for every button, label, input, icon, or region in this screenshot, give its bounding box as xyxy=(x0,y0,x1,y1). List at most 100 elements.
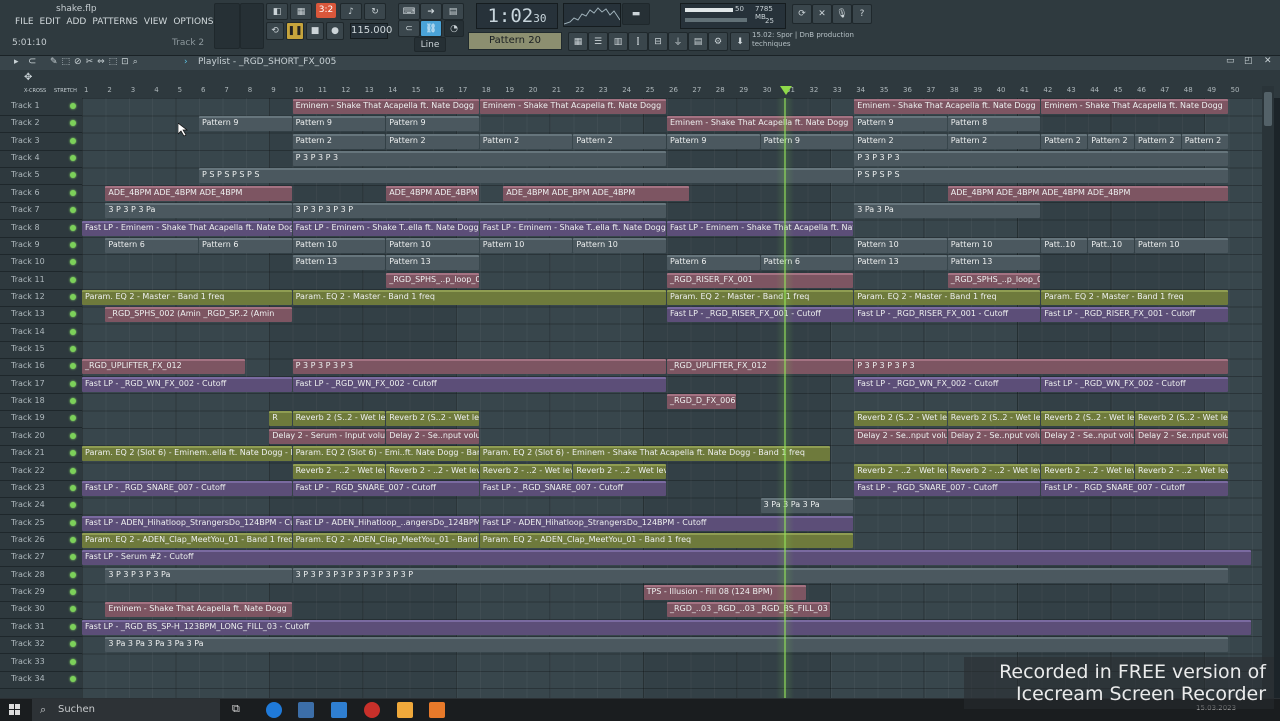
tempo-field[interactable]: 115.000 xyxy=(350,23,392,39)
playlist-clip[interactable]: Fast LP - Eminem - Shake T..ella ft. Nat… xyxy=(292,220,479,236)
track-mute-led-icon[interactable] xyxy=(70,276,76,283)
playlist-clip[interactable]: Fast LP - _RGD_SNARE_007 - Cutoff xyxy=(1041,480,1228,496)
link-button[interactable]: ⛓ xyxy=(420,20,442,37)
playlist-clip[interactable]: Pattern 9 xyxy=(386,116,479,132)
playlist-clip[interactable]: Fast LP - _RGD_SNARE_007 - Cutoff xyxy=(479,480,666,496)
stop-button[interactable]: ■ xyxy=(306,22,324,40)
playlist-clip[interactable]: Fast LP - _RGD_SNARE_007 - Cutoff xyxy=(82,480,292,496)
menu-item-edit[interactable]: EDIT xyxy=(37,17,64,27)
track-header[interactable]: Track 9 xyxy=(0,237,82,255)
track-header[interactable]: Track 26 xyxy=(0,532,82,550)
screen-recorder-icon[interactable] xyxy=(429,702,445,718)
track-header[interactable]: Track 16 xyxy=(0,358,82,377)
menu-item-file[interactable]: FILE xyxy=(12,17,37,27)
playlist-clip[interactable]: Pattern 10 xyxy=(573,237,666,253)
playlist-clip[interactable]: Param. EQ 2 - ADEN_Clap_MeetYou_01 - Ban… xyxy=(82,533,292,548)
track-mute-led-icon[interactable] xyxy=(70,467,76,474)
track-header[interactable]: Track 12 xyxy=(0,289,82,307)
track-mute-led-icon[interactable] xyxy=(70,502,76,509)
playlist-clip[interactable]: P S P S P S P S xyxy=(199,168,854,184)
playlist-button[interactable]: ▦ xyxy=(568,32,588,51)
track-header[interactable]: Track 17 xyxy=(0,376,82,394)
track-header[interactable]: Track 13 xyxy=(0,306,82,325)
track-mute-led-icon[interactable] xyxy=(70,554,76,561)
playlist-clip[interactable]: Param. EQ 2 (Slot 6) - Emi..ft. Nate Dog… xyxy=(292,446,479,462)
playlist-clip[interactable]: Param. EQ 2 - Master - Band 1 freq xyxy=(292,289,666,305)
playlist-clip[interactable]: Pattern 10 xyxy=(292,237,386,253)
track-mute-led-icon[interactable] xyxy=(70,450,76,457)
help-button[interactable]: ? xyxy=(852,4,872,24)
playlist-clip[interactable]: P 3 P 3 P 3 xyxy=(292,151,666,167)
playlist-clip[interactable]: Patt..10 xyxy=(1088,237,1134,253)
playlist-clip[interactable]: Reverb 2 - ..2 - Wet level xyxy=(1041,463,1134,479)
browser-button[interactable]: ⊟ xyxy=(648,32,668,51)
playlist-clip[interactable]: Pattern 13 xyxy=(947,255,1041,271)
song-mode-button[interactable]: ▦ xyxy=(290,3,312,20)
playlist-clip[interactable]: R xyxy=(269,411,292,427)
playlist-clip[interactable]: _RGD_UPLIFTER_FX_012 xyxy=(667,359,854,375)
track-mute-led-icon[interactable] xyxy=(70,103,76,109)
playlist-clip[interactable]: Delay 2 - Serum - Input volume xyxy=(269,428,386,444)
playlist-clip[interactable]: Fast LP - _RGD_BS_SP-H_123BPM_LONG_FILL_… xyxy=(82,619,1251,635)
playlist-clip[interactable]: Pattern 2 xyxy=(292,133,386,149)
track-header[interactable]: Track 25 xyxy=(0,515,82,533)
playlist-clip[interactable]: Fast LP - _RGD_WN_FX_002 - Cutoff xyxy=(82,376,292,392)
playlist-clip[interactable]: Eminem - Shake That Acapella ft. Nate Do… xyxy=(479,99,666,114)
track-header[interactable]: Track 14 xyxy=(0,324,82,342)
track-mute-led-icon[interactable] xyxy=(70,363,76,370)
playlist-clip[interactable]: Reverb 2 - ..2 - Wet level xyxy=(947,463,1041,479)
menu-item-add[interactable]: ADD xyxy=(63,17,89,27)
track-mute-led-icon[interactable] xyxy=(70,380,76,387)
zoom-icon[interactable]: ✥ xyxy=(24,72,32,83)
playlist-clip[interactable]: Param. EQ 2 - ADEN_Clap_MeetYou_01 - Ban… xyxy=(292,533,479,548)
playlist-clip[interactable]: Fast LP - ADEN_Hihatloop_StrangersDo_124… xyxy=(82,515,292,531)
playlist-clip[interactable]: Reverb 2 (S..2 - Wet level xyxy=(292,411,386,427)
playlist-clip[interactable]: Param. EQ 2 - Master - Band 1 freq xyxy=(854,289,1041,305)
track-mute-led-icon[interactable] xyxy=(70,155,76,162)
playlist-clip[interactable]: Pattern 2 xyxy=(1041,133,1088,149)
playlist-clip[interactable]: Pattern 2 xyxy=(1088,133,1134,149)
playlist-clip[interactable]: Fast LP - Eminem - Shake That Acapella f… xyxy=(82,220,292,236)
playhead[interactable] xyxy=(784,98,786,698)
playlist-clip[interactable]: _RGD_SPHS_002 (Amin _RGD_SP..2 (Amin xyxy=(105,307,292,323)
playlist-clip[interactable]: ADE_4BPM ADE_BPM ADE_4BPM xyxy=(503,185,690,201)
playlist-clip[interactable]: ADE_4BPM ADE_4BPM ADE_4BPM xyxy=(105,185,292,201)
track-mute-led-icon[interactable] xyxy=(70,311,76,318)
playlist-clip[interactable]: Pattern 6 xyxy=(105,237,198,253)
track-mute-led-icon[interactable] xyxy=(70,207,76,214)
track-mute-led-icon[interactable] xyxy=(70,415,76,422)
playlist-clip[interactable]: Pattern 2 xyxy=(1181,133,1228,149)
track-mute-led-icon[interactable] xyxy=(70,571,76,578)
track-header[interactable]: Track 24 xyxy=(0,497,82,516)
scrollbar-thumb[interactable] xyxy=(1264,92,1272,126)
track-header[interactable]: Track 22 xyxy=(0,463,82,481)
playlist-clip[interactable]: _RGD_SPHS_..p_loop_001 xyxy=(386,272,479,288)
playlist-menu-arrow-icon[interactable]: ▸ xyxy=(14,57,19,67)
mail-icon[interactable] xyxy=(331,702,347,718)
track-header[interactable]: Track 11 xyxy=(0,272,82,290)
playlist-clip[interactable]: Eminem - Shake That Acapella ft. Nate Do… xyxy=(667,116,854,132)
playlist-clip[interactable]: Pattern 10 xyxy=(479,237,573,253)
track-header[interactable]: Track 10 xyxy=(0,254,82,273)
track-header[interactable]: Track 34 xyxy=(0,671,82,689)
playlist-clip[interactable]: Fast LP - _RGD_RISER_FX_001 - Cutoff xyxy=(1041,307,1228,323)
track-header[interactable]: Track 27 xyxy=(0,549,82,568)
maximize-icon[interactable]: ◰ xyxy=(1244,56,1253,66)
plugin-manager-button[interactable]: ✕ xyxy=(812,4,832,24)
track-mute-led-icon[interactable] xyxy=(70,259,76,266)
playlist-clip[interactable]: Fast LP - _RGD_RISER_FX_001 - Cutoff xyxy=(667,307,854,323)
cloud-button[interactable]: ⟳ xyxy=(792,4,812,24)
playlist-clip[interactable]: Delay 2 - Se..nput volume xyxy=(1135,428,1228,444)
close-icon[interactable]: ✕ xyxy=(1264,56,1272,66)
playlist-clip[interactable]: Fast LP - _RGD_RISER_FX_001 - Cutoff xyxy=(854,307,1041,323)
playlist-clip[interactable]: Fast LP - Eminem - Shake T..ella ft. Nat… xyxy=(479,220,666,236)
playlist-clip[interactable]: Eminem - Shake That Acapella ft. Nate Do… xyxy=(292,99,479,114)
record-button[interactable]: ● xyxy=(326,22,344,40)
playlist-clip[interactable]: Fast LP - ADEN_Hihatloop_StrangersDo_124… xyxy=(479,515,854,531)
playlist-clip[interactable]: Pattern 10 xyxy=(386,237,479,253)
track-mute-led-icon[interactable] xyxy=(70,537,76,543)
edge-browser-icon[interactable] xyxy=(266,702,282,718)
playlist-clip[interactable]: Pattern 2 xyxy=(947,133,1041,149)
playlist-clip[interactable]: Reverb 2 - ..2 - Wet level xyxy=(292,463,386,479)
playlist-clip[interactable]: Pattern 8 xyxy=(947,116,1041,132)
